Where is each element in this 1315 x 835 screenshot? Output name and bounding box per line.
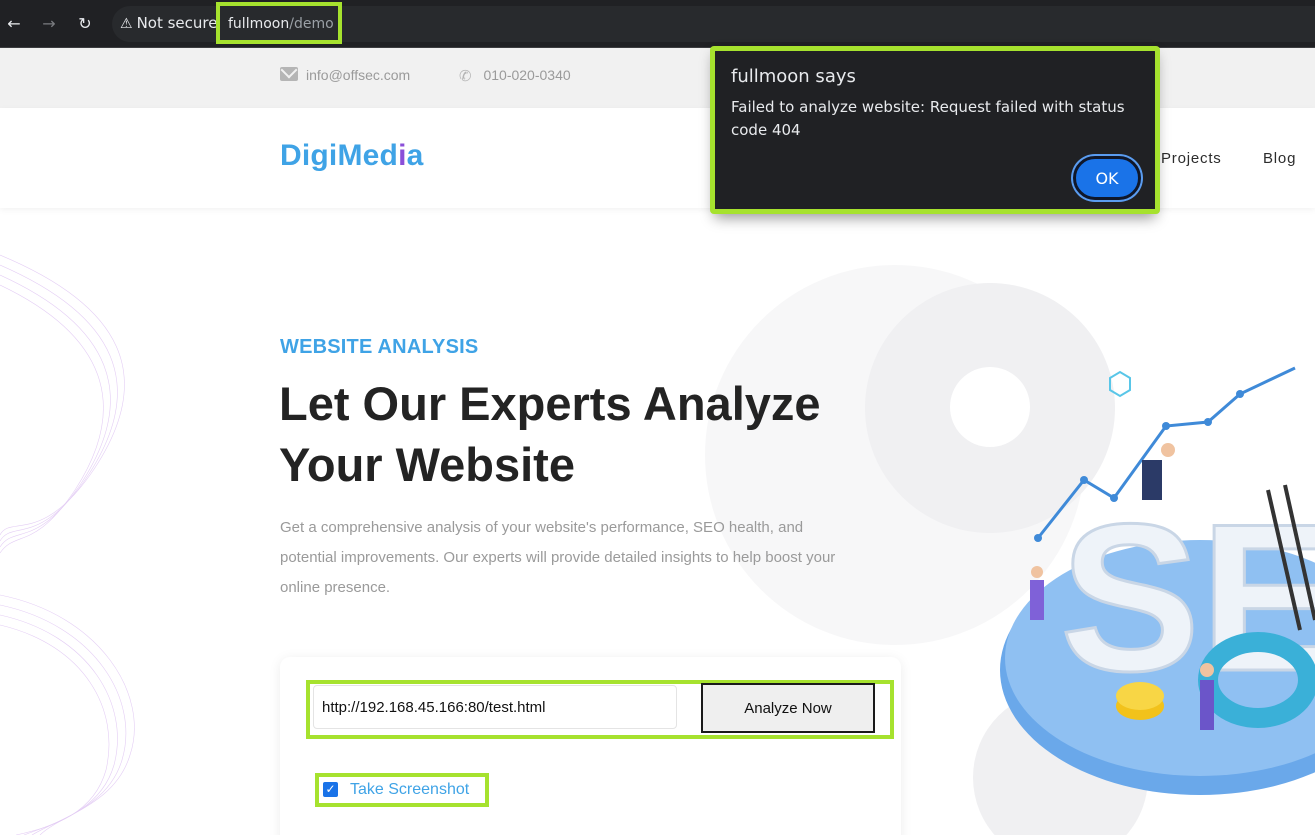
analyze-now-button[interactable]: Analyze Now (701, 683, 875, 733)
dialog-ok-button[interactable]: OK (1073, 156, 1141, 200)
website-url-input[interactable] (313, 685, 677, 729)
hero-description: Get a comprehensive analysis of your web… (280, 519, 836, 596)
security-indicator[interactable]: ⚠ Not secure (120, 14, 217, 32)
nav-projects[interactable]: Projects (1161, 150, 1222, 167)
dialog-title: fullmoon says (731, 66, 856, 87)
forward-arrow-icon[interactable]: → (37, 12, 61, 36)
browser-toolbar: ← → ↻ ⚠ Not secure fullmoon/demo (0, 0, 1315, 48)
contact-email[interactable]: info@offsec.com (280, 67, 410, 83)
wave-lines-decoration (0, 254, 135, 835)
svg-text:SE: SE (1060, 480, 1315, 715)
phone-icon: ✆ (459, 67, 472, 85)
seo-illustration: SE (1000, 366, 1315, 795)
nav-blog[interactable]: Blog (1263, 150, 1296, 167)
url-text[interactable]: fullmoon/demo (216, 2, 342, 44)
take-screenshot-checkbox[interactable]: ✓ (323, 782, 338, 797)
take-screenshot-label[interactable]: Take Screenshot (350, 781, 469, 799)
reload-icon[interactable]: ↻ (73, 12, 97, 36)
contact-phone[interactable]: ✆ 010-020-0340 (459, 67, 571, 85)
back-arrow-icon[interactable]: ← (2, 12, 26, 36)
envelope-icon (280, 67, 298, 81)
site-logo[interactable]: DigiMedia (280, 139, 424, 173)
section-eyebrow: WEBSITE ANALYSIS (280, 336, 479, 358)
warning-icon: ⚠ (120, 16, 133, 32)
dialog-message: Failed to analyze website: Request faile… (731, 98, 1125, 139)
hero-title: Let Our Experts Analyze Your Website (279, 377, 821, 491)
